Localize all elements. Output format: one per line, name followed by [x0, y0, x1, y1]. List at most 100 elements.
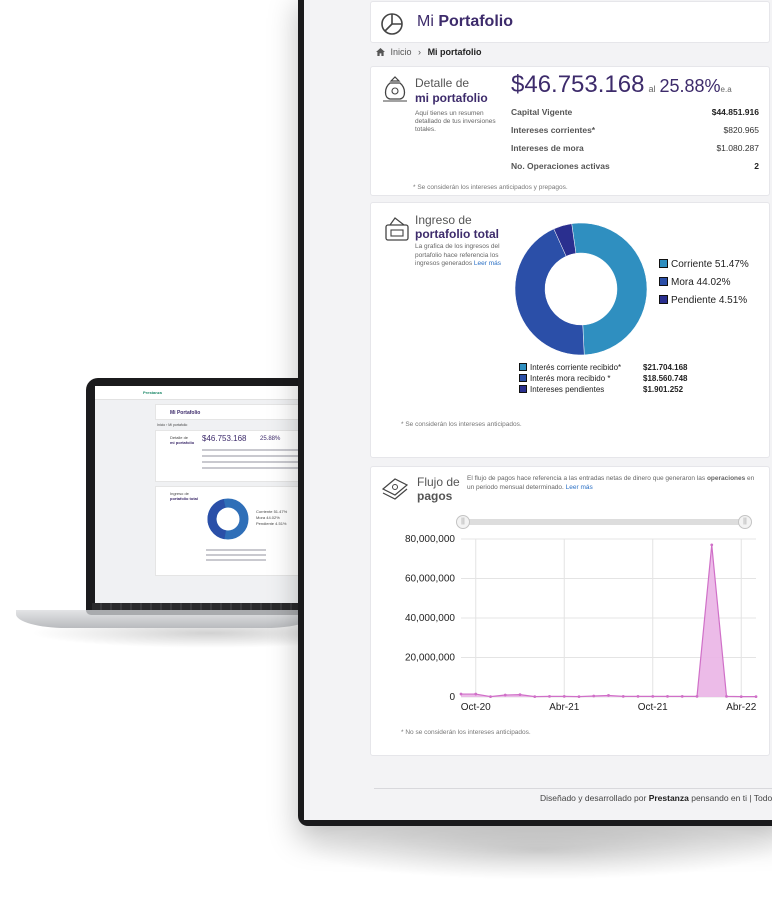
legend-swatch — [659, 295, 668, 304]
laptop-row-line — [206, 554, 266, 556]
y-tick-label: 60,000,000 — [405, 574, 455, 585]
y-tick-label: 0 — [449, 692, 455, 703]
monitor-frame: Mi Portafolio Inicio › Mi portafolio Det… — [298, 0, 772, 826]
legend-item-corriente: Corriente 51.47% — [659, 259, 749, 270]
portfolio-rate: 25.88% — [659, 76, 721, 96]
flow-footnote: * No se considerán los intereses anticip… — [401, 729, 531, 736]
flow-data-point — [503, 693, 507, 697]
flow-data-point — [518, 693, 522, 697]
laptop-mockup: Prestanza Mi Portafolio Inicio › Mi port… — [86, 378, 326, 610]
x-tick-label: Abr-22 — [726, 702, 756, 713]
flow-data-point — [695, 695, 699, 698]
slider-track[interactable] — [462, 519, 746, 525]
flow-data-point — [680, 695, 684, 698]
cash-stack-icon — [381, 478, 409, 500]
flow-data-point — [474, 692, 478, 696]
footer-text: Diseñado y desarrollado por Prestanza pe… — [540, 793, 772, 803]
x-tick-label: Oct-20 — [461, 702, 491, 713]
flow-data-point — [739, 695, 743, 699]
portfolio-total-al: al — [648, 84, 656, 94]
detail-row: Intereses corrientes* $820.965 — [511, 125, 759, 135]
detail-row: No. Operaciones activas 2 — [511, 161, 759, 171]
income-title-line2: portafolio total — [415, 227, 499, 241]
detail-row: Capital Vigente $44.851.916 — [511, 107, 759, 117]
flow-data-point — [548, 695, 551, 698]
laptop-row-line — [206, 559, 266, 561]
page-header-card: Mi Portafolio — [370, 1, 770, 43]
breadcrumb: Inicio › Mi portafolio — [376, 47, 482, 57]
laptop-total: $46.753.168 — [202, 434, 247, 443]
portfolio-rate-ea: e.a — [720, 85, 732, 94]
home-icon[interactable] — [376, 48, 385, 56]
laptop-row-line — [202, 449, 298, 451]
pie-chart-icon — [381, 13, 403, 35]
footer-divider — [374, 788, 772, 789]
wallet-icon — [385, 217, 409, 241]
income-footnote: * Se considerán los intereses anticipado… — [401, 421, 522, 428]
flow-data-point — [651, 695, 655, 698]
income-read-more-link[interactable]: Leer más — [474, 260, 501, 267]
laptop-income-title2: portafolio total — [170, 496, 198, 501]
laptop-screen: Prestanza Mi Portafolio Inicio › Mi port… — [95, 386, 317, 610]
laptop-detail-title2: mi portafolio — [170, 440, 195, 445]
flow-data-point — [562, 695, 566, 698]
laptop-base — [16, 610, 316, 628]
flow-data-point — [710, 543, 714, 547]
breadcrumb-current: Mi portafolio — [427, 47, 482, 57]
legend-item-mora: Mora 44.02% — [659, 277, 730, 288]
y-tick-label: 40,000,000 — [405, 613, 455, 624]
flow-data-point — [754, 695, 758, 699]
laptop-row-line — [206, 549, 266, 551]
income-description: La grafica de los ingresos del portafoli… — [415, 243, 502, 267]
flow-area-fill — [461, 544, 756, 697]
x-tick-label: Oct-21 — [638, 702, 668, 713]
breadcrumb-home-link[interactable]: Inicio — [391, 47, 412, 57]
laptop-breadcrumb: Inicio › Mi portafolio — [157, 423, 188, 427]
x-tick-label: Abr-21 — [549, 702, 579, 713]
portfolio-total: $46.753.168 al 25.88%e.a — [511, 71, 732, 99]
portfolio-detail-card: Detalle de mi portafolio Aquí tienes un … — [370, 66, 770, 196]
money-bag-icon — [383, 76, 407, 102]
income-title-line1: Ingreso de — [415, 213, 472, 227]
laptop-brand: Prestanza — [143, 390, 162, 395]
legend-item-pendiente: Pendiente 4.51% — [659, 295, 747, 306]
laptop-row-line — [202, 467, 298, 469]
y-tick-label: 80,000,000 — [405, 534, 455, 545]
laptop-legend-1: Corriente 51.47% — [256, 509, 288, 514]
row-swatch — [519, 385, 527, 393]
laptop-topbar: Prestanza — [95, 386, 317, 400]
income-row: Interés corriente recibido* $21.704.168 — [519, 363, 709, 372]
flow-description: El flujo de pagos hace referencia a las … — [467, 475, 755, 491]
income-row: Intereses pendientes $1.901.252 — [519, 385, 709, 394]
laptop-rate: 25.88% — [260, 436, 281, 442]
monitor-shadow — [300, 820, 772, 880]
portfolio-income-card: Ingreso de portafolio total La grafica d… — [370, 202, 770, 458]
payment-flow-card: Flujo de pagos El flujo de pagos hace re… — [370, 466, 770, 756]
laptop-header-card: Mi Portafolio — [155, 404, 305, 420]
detail-row: Intereses de mora $1.080.287 — [511, 143, 759, 153]
income-row: Interés mora recibido * $18.560.748 — [519, 374, 709, 383]
flow-data-point — [533, 695, 537, 699]
app-screen: Mi Portafolio Inicio › Mi portafolio Det… — [304, 0, 772, 820]
flow-data-point — [666, 695, 669, 698]
laptop-detail-card: Detalle de mi portafolio $46.753.168 25.… — [155, 430, 305, 482]
flow-read-more-link[interactable]: Leer más — [566, 484, 593, 491]
laptop-income-card: Ingreso de portafolio total Corriente 51… — [155, 486, 305, 576]
detail-title-line1: Detalle de — [415, 76, 470, 90]
flow-data-point — [489, 695, 492, 699]
flow-data-point — [592, 694, 596, 698]
laptop-row-line — [202, 455, 298, 457]
laptop-legend-2: Mora 44.02% — [256, 515, 280, 520]
y-tick-label: 20,000,000 — [405, 653, 455, 664]
flow-data-point — [636, 695, 640, 698]
laptop-page-title: Mi Portafolio — [170, 410, 201, 416]
flow-data-point — [725, 695, 728, 698]
portfolio-total-amount: $46.753.168 — [511, 71, 645, 98]
payment-flow-chart: 0 20,000,000 40,000,000 60,000,000 80,000,00… — [405, 534, 758, 713]
flow-data-point — [607, 694, 610, 697]
page-title: Mi Portafolio — [417, 13, 513, 30]
detail-description: Aquí tienes un resumen detallado de tus … — [415, 110, 496, 133]
laptop-donut-chart — [207, 498, 249, 540]
flow-data-point — [621, 695, 625, 698]
breadcrumb-separator: › — [418, 47, 422, 57]
